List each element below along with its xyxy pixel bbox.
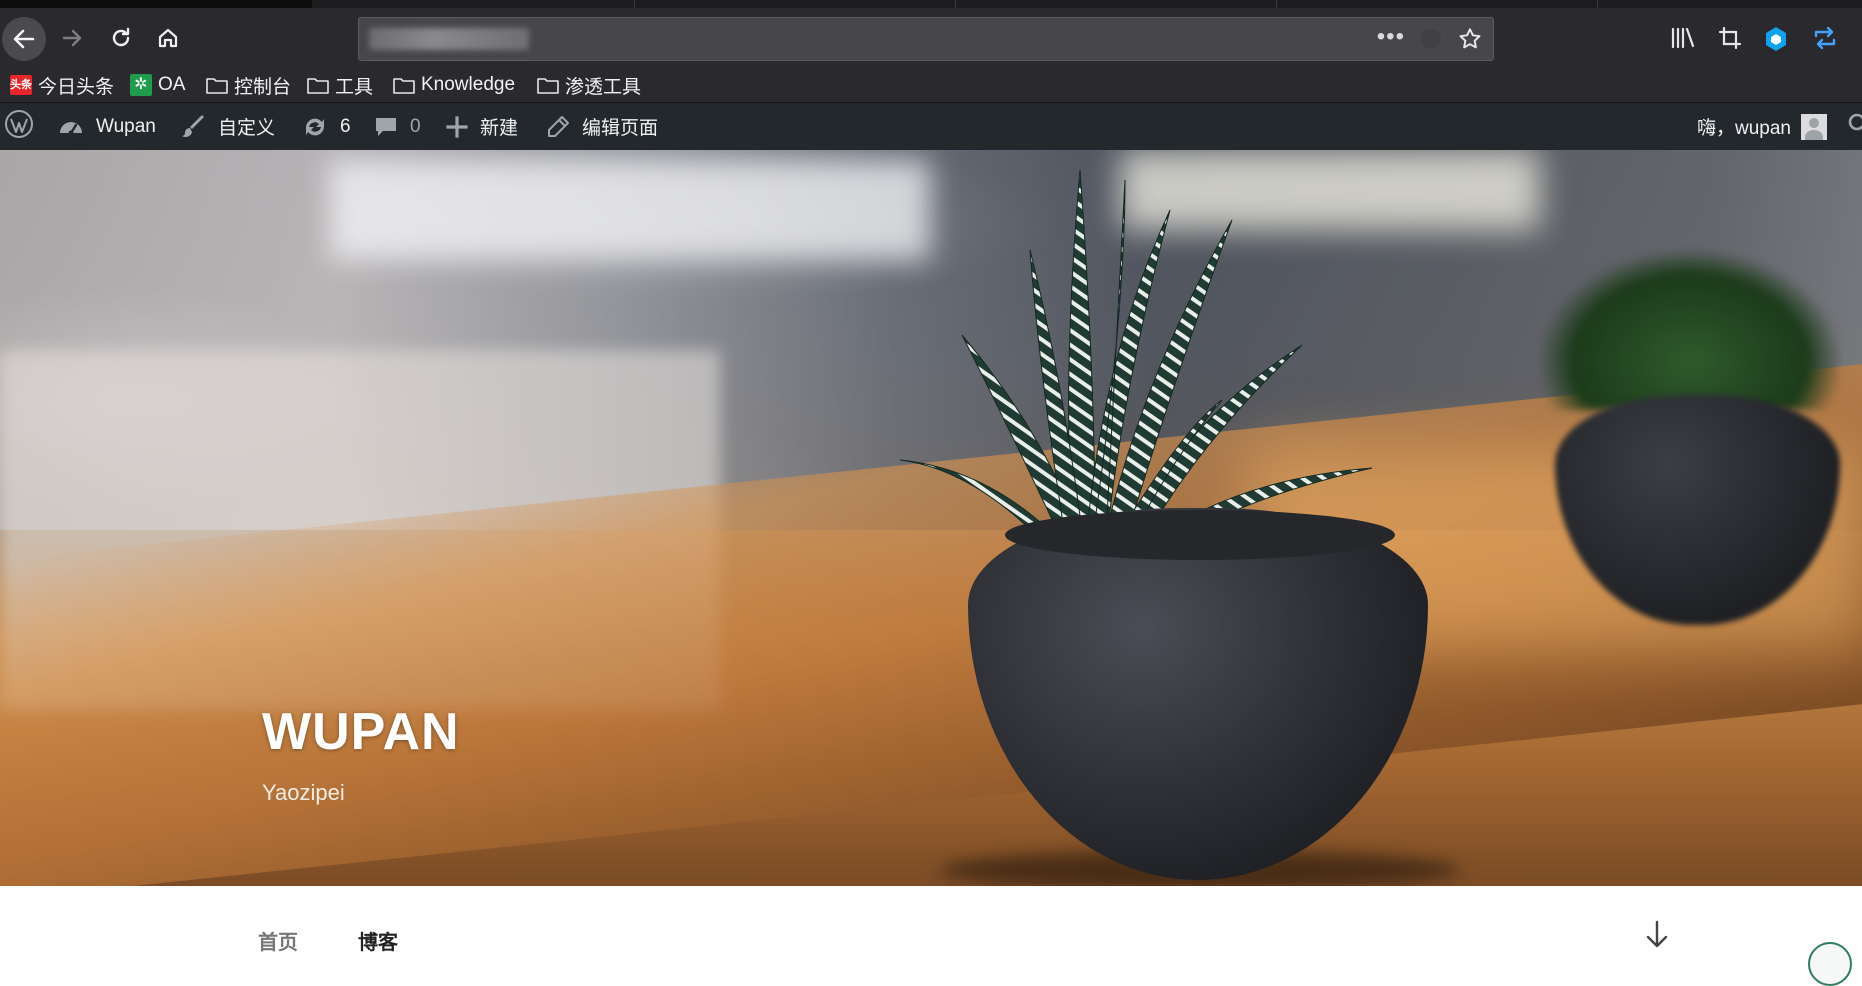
bookmark-folder-tools[interactable]: 工具 [307,68,373,102]
pencil-icon [546,115,570,139]
forward-button[interactable] [54,19,92,57]
oa-icon: ✲ [130,74,152,96]
floating-widget-badge[interactable] [1808,942,1852,986]
search-icon [1848,113,1862,141]
url-text-redacted [369,28,529,50]
edit-page-link[interactable]: 编辑页面 [546,103,658,150]
back-arrow-icon [11,26,37,52]
bookmark-toutiao[interactable]: 头条 今日头条 [10,68,114,102]
comment-bubble-icon [374,115,398,139]
wp-admin-bar: Wupan 自定义 6 0 新建 编辑页面 嗨，wupan [0,103,1862,150]
site-title[interactable]: WUPAN [262,702,460,762]
bookmark-label: 渗透工具 [565,76,642,98]
tab-strip [0,0,1862,8]
extension-hex-icon[interactable] [1764,26,1788,57]
paintbrush-icon [182,114,206,139]
reload-icon [109,26,133,50]
site-name-menu[interactable]: Wupan [58,103,156,150]
bookmarks-bar: 头条 今日头条 ✲ OA 控制台 工具 Knowledge 渗透工具 [0,68,1862,103]
bookmark-folder-console[interactable]: 控制台 [206,68,291,102]
more-icon[interactable]: ••• [1377,23,1405,51]
browser-tab[interactable] [1277,0,1598,8]
url-bar[interactable]: ••• [358,17,1494,61]
my-account-menu[interactable]: 嗨，wupan [1697,103,1827,150]
folder-icon [537,76,559,94]
dashboard-gauge-icon [58,115,84,139]
comments-link[interactable]: 0 [374,103,421,150]
new-content-menu[interactable]: 新建 [446,103,518,150]
folder-icon [393,76,415,94]
library-icon[interactable] [1670,26,1696,55]
home-button[interactable] [149,19,187,57]
menu-item-blog[interactable]: 博客 [358,926,398,955]
browser-tab[interactable] [312,0,635,8]
tracking-shield-icon[interactable] [1421,29,1441,49]
edit-page-label: 编辑页面 [582,118,659,139]
star-icon[interactable] [1457,26,1483,57]
bookmark-folder-knowledge[interactable]: Knowledge [393,68,515,102]
bookmark-label: 今日头条 [38,76,115,98]
browser-tab[interactable] [1598,0,1862,8]
forward-arrow-icon [61,26,85,50]
toutiao-icon: 头条 [10,75,32,95]
customize-label: 自定义 [218,118,276,139]
updates-link[interactable]: 6 [302,103,351,150]
reload-button[interactable] [102,19,140,57]
back-button[interactable] [2,17,46,61]
wordpress-logo-icon [4,109,34,145]
bookmark-label: Knowledge [421,74,516,95]
customize-link[interactable]: 自定义 [182,103,275,150]
updates-count: 6 [340,115,351,137]
bookmark-oa[interactable]: ✲ OA [130,68,185,102]
navigation-toolbar: ••• [0,8,1862,68]
wp-logo-button[interactable] [4,103,34,150]
menu-item-home[interactable]: 首页 [258,926,298,955]
bookmark-folder-pentest[interactable]: 渗透工具 [537,68,641,102]
greeting-label: 嗨，wupan [1697,118,1791,139]
bookmark-label: OA [158,74,186,95]
site-name-label: Wupan [96,115,156,137]
bookmark-label: 控制台 [234,76,292,98]
admin-search-button[interactable] [1848,103,1862,150]
browser-tab[interactable] [956,0,1277,8]
plant-pot [968,508,1428,880]
comments-count: 0 [410,115,421,137]
plus-icon [446,115,468,138]
header-hero-image: WUPAN Yaozipei [0,150,1862,886]
folder-icon [206,76,228,94]
folder-icon [307,76,329,94]
sync-icon[interactable] [1812,26,1838,55]
browser-tab[interactable] [635,0,956,8]
home-icon [156,26,180,50]
avatar [1801,113,1827,140]
updates-refresh-icon [302,115,328,139]
site-description: Yaozipei [262,780,345,805]
site-navigation: 首页 博客 [0,886,1862,986]
bookmark-label: 工具 [335,76,374,98]
new-label: 新建 [480,118,519,139]
screenshot-crop-icon[interactable] [1718,26,1742,55]
